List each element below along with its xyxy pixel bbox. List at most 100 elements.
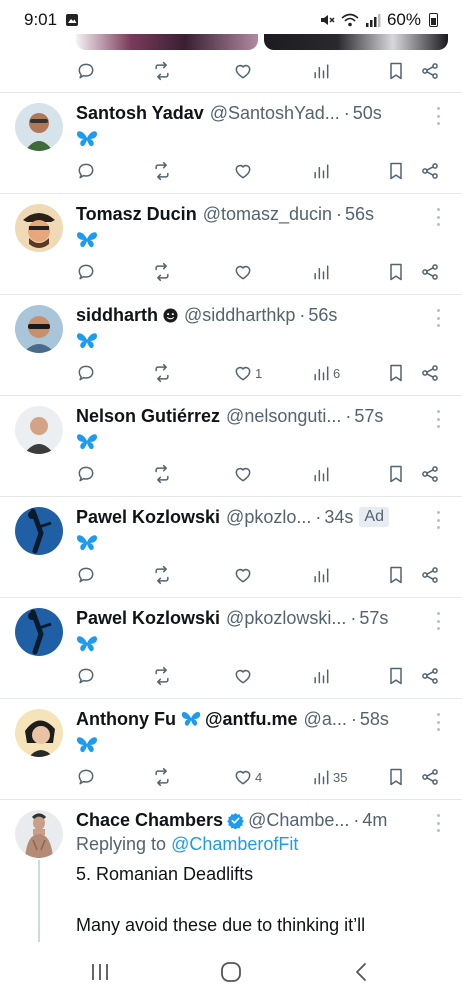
author-name[interactable]: Santosh Yadav <box>76 103 204 124</box>
author-name[interactable]: Nelson Gutiérrez <box>76 406 220 427</box>
avatar[interactable] <box>15 709 63 757</box>
more-options-icon[interactable] <box>434 814 442 832</box>
bookmark-button[interactable] <box>386 563 406 587</box>
tweet-actions <box>76 563 448 587</box>
more-options-icon[interactable] <box>434 410 442 428</box>
author-handle[interactable]: @Chambe... <box>248 810 349 831</box>
author-handle[interactable]: @a... <box>304 709 347 730</box>
author-handle[interactable]: @SantoshYad... <box>210 103 340 124</box>
views-button[interactable] <box>311 59 333 83</box>
share-button[interactable] <box>420 563 440 587</box>
tweet-time[interactable]: 56s <box>345 204 374 225</box>
views-count: 6 <box>333 365 341 381</box>
reply-button[interactable] <box>76 59 98 83</box>
status-time: 9:01 <box>24 10 58 29</box>
bookmark-button[interactable] <box>386 361 406 385</box>
back-button[interactable] <box>347 960 375 984</box>
more-options-icon[interactable] <box>434 309 442 327</box>
retweet-button[interactable] <box>152 664 174 688</box>
replying-to-handle[interactable]: @ChamberofFit <box>171 834 298 854</box>
previous-tweet-media[interactable] <box>76 34 448 50</box>
bookmark-button[interactable] <box>386 664 406 688</box>
reply-button[interactable] <box>76 361 98 385</box>
share-button[interactable] <box>420 462 440 486</box>
reply-button[interactable] <box>76 260 98 284</box>
reply-button[interactable] <box>76 159 98 183</box>
like-button[interactable]: 4 <box>233 765 262 789</box>
tweet-time[interactable]: 57s <box>359 608 388 629</box>
retweet-button[interactable] <box>152 765 174 789</box>
author-handle[interactable]: @nelsonguti... <box>226 406 341 427</box>
share-button[interactable] <box>420 159 440 183</box>
bookmark-button[interactable] <box>386 765 406 789</box>
like-button[interactable] <box>233 159 255 183</box>
reply-button[interactable] <box>76 765 98 789</box>
tweet-time[interactable]: 57s <box>354 406 383 427</box>
views-button[interactable] <box>311 664 333 688</box>
bookmark-button[interactable] <box>386 260 406 284</box>
retweet-button[interactable] <box>152 563 174 587</box>
tweet-time[interactable]: 56s <box>308 305 337 326</box>
avatar[interactable] <box>15 507 63 555</box>
recents-button[interactable] <box>86 960 114 984</box>
like-button[interactable] <box>233 462 255 486</box>
reply-button[interactable] <box>76 563 98 587</box>
author-name[interactable]: Pawel Kozlowski <box>76 507 220 528</box>
more-options-icon[interactable] <box>434 511 442 529</box>
avatar[interactable] <box>15 406 63 454</box>
share-button[interactable] <box>420 664 440 688</box>
author-name[interactable]: siddharth <box>76 305 158 326</box>
reply-button[interactable] <box>76 664 98 688</box>
author-name[interactable]: Tomasz Ducin <box>76 204 197 225</box>
home-button[interactable] <box>217 960 245 984</box>
like-button[interactable]: 1 <box>233 361 262 385</box>
author-handle[interactable]: @pkozlo... <box>226 507 311 528</box>
reply-button[interactable] <box>76 462 98 486</box>
views-button[interactable] <box>311 260 333 284</box>
tweet-time[interactable]: 4m <box>362 810 387 831</box>
avatar[interactable] <box>15 204 63 252</box>
bookmark-button[interactable] <box>386 159 406 183</box>
avatar[interactable] <box>15 305 63 353</box>
tweet-time[interactable]: 34s <box>324 507 353 528</box>
bookmark-button[interactable] <box>386 59 406 83</box>
avatar[interactable] <box>15 608 63 656</box>
author-handle[interactable]: @siddharthkp <box>184 305 295 326</box>
retweet-button[interactable] <box>152 260 174 284</box>
media-image-left[interactable] <box>76 34 258 50</box>
avatar[interactable] <box>15 810 63 858</box>
like-button[interactable] <box>233 563 255 587</box>
share-button[interactable] <box>420 361 440 385</box>
system-navigation-bar <box>0 948 462 1000</box>
retweet-button[interactable] <box>152 462 174 486</box>
author-name[interactable]: Pawel Kozlowski <box>76 608 220 629</box>
author-name[interactable]: Chace Chambers <box>76 810 223 831</box>
retweet-button[interactable] <box>152 59 174 83</box>
more-options-icon[interactable] <box>434 713 442 731</box>
views-button[interactable] <box>311 159 333 183</box>
share-button[interactable] <box>420 765 440 789</box>
share-button[interactable] <box>420 260 440 284</box>
more-options-icon[interactable] <box>434 612 442 630</box>
more-options-icon[interactable] <box>434 107 442 125</box>
tweet-time[interactable]: 50s <box>353 103 382 124</box>
avatar[interactable] <box>15 103 63 151</box>
views-button[interactable] <box>311 563 333 587</box>
author-handle[interactable]: @tomasz_ducin <box>203 204 332 225</box>
like-button[interactable] <box>233 260 255 284</box>
views-button[interactable]: 35 <box>311 765 347 789</box>
like-button[interactable] <box>233 664 255 688</box>
more-options-icon[interactable] <box>434 208 442 226</box>
tweet-time[interactable]: 58s <box>360 709 389 730</box>
retweet-button[interactable] <box>152 361 174 385</box>
author-name[interactable]: Anthony Fu <box>76 709 176 730</box>
share-button[interactable] <box>420 59 440 83</box>
author-handle[interactable]: @pkozlowski... <box>226 608 346 629</box>
tweet-actions <box>76 260 448 284</box>
bookmark-button[interactable] <box>386 462 406 486</box>
retweet-button[interactable] <box>152 159 174 183</box>
views-button[interactable] <box>311 462 333 486</box>
media-image-right[interactable] <box>264 34 448 50</box>
views-button[interactable]: 6 <box>311 361 340 385</box>
like-button[interactable] <box>233 59 255 83</box>
